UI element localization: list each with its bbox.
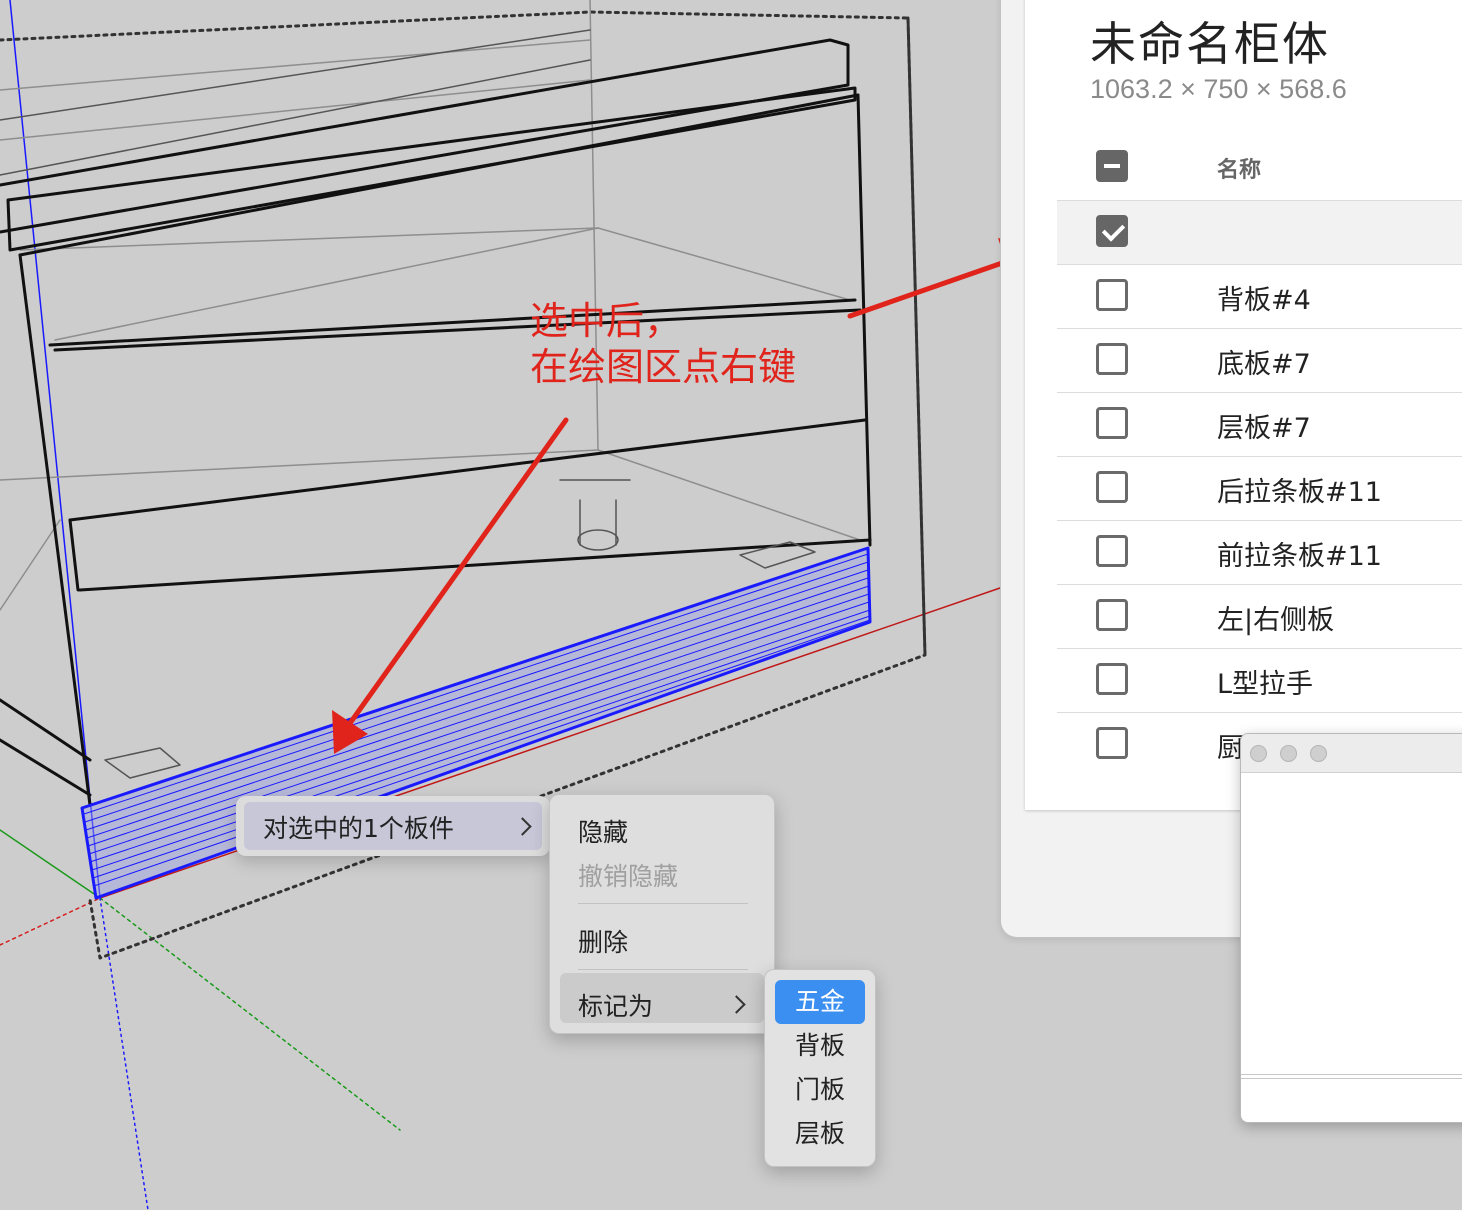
row-label: 后拉条板#11 bbox=[1217, 477, 1382, 508]
cabinet-dimensions: 1063.2 × 750 × 568.6 bbox=[1090, 74, 1347, 104]
row-checkbox[interactable] bbox=[1096, 471, 1128, 503]
mark-option-back-panel[interactable]: 背板 bbox=[775, 1024, 865, 1068]
row-checkbox[interactable] bbox=[1096, 727, 1128, 759]
list-item[interactable]: L型拉手 bbox=[1057, 648, 1462, 712]
list-item[interactable]: 底板#7 bbox=[1057, 328, 1462, 392]
list-item[interactable]: 前拉条板#11 bbox=[1057, 520, 1462, 584]
selected-parts-label: 对选中的1个板件 bbox=[263, 814, 454, 843]
mark-as-submenu: 五金 背板 门板 层板 bbox=[764, 969, 876, 1167]
row-checkbox[interactable] bbox=[1096, 663, 1128, 695]
list-item[interactable]: 背板#4 bbox=[1057, 264, 1462, 328]
green-axis bbox=[0, 829, 101, 899]
menu-separator bbox=[578, 969, 748, 970]
zoom-window-button[interactable] bbox=[1310, 745, 1327, 762]
row-checkbox[interactable] bbox=[1096, 215, 1128, 247]
window-titlebar[interactable] bbox=[1241, 734, 1462, 773]
annotation-arrow-1 bbox=[847, 259, 1008, 319]
row-checkbox[interactable] bbox=[1096, 599, 1128, 631]
mark-as-label: 标记为 bbox=[578, 992, 654, 1021]
annotation-text: 选中后， 在绘图区点右键 bbox=[530, 299, 797, 389]
cabinet-title: 未命名柜体 bbox=[1090, 17, 1330, 71]
row-label: 左|右侧板 bbox=[1217, 605, 1335, 636]
menu-item-hide[interactable]: 隐藏 bbox=[578, 813, 628, 849]
row-checkbox[interactable] bbox=[1096, 535, 1128, 567]
row-label: 背板#4 bbox=[1217, 285, 1311, 316]
select-all-checkbox[interactable] bbox=[1096, 150, 1128, 182]
row-checkbox[interactable] bbox=[1096, 343, 1128, 375]
row-checkbox[interactable] bbox=[1096, 279, 1128, 311]
red-axis bbox=[0, 897, 101, 946]
list-item[interactable]: 后拉条板#11 bbox=[1057, 456, 1462, 520]
mark-option-shelf[interactable]: 层板 bbox=[775, 1112, 865, 1156]
minimize-window-button[interactable] bbox=[1280, 745, 1297, 762]
list-item[interactable]: 层板#7 bbox=[1057, 392, 1462, 456]
name-column-header: 名称 bbox=[1217, 158, 1262, 183]
mark-option-hardware[interactable]: 五金 bbox=[775, 980, 865, 1024]
list-item[interactable] bbox=[1057, 200, 1462, 264]
blue-axis bbox=[99, 897, 149, 1210]
window-divider bbox=[1241, 1074, 1462, 1079]
green-axis bbox=[99, 897, 401, 1131]
context-submenu: 隐藏 撤销隐藏 删除 标记为 bbox=[549, 794, 775, 1034]
mark-option-door-panel[interactable]: 门板 bbox=[775, 1068, 865, 1112]
row-label: 前拉条板#11 bbox=[1217, 541, 1382, 572]
secondary-window[interactable] bbox=[1240, 733, 1462, 1123]
context-menu: 对选中的1个板件 bbox=[236, 796, 550, 856]
menu-item-delete[interactable]: 删除 bbox=[578, 923, 628, 959]
row-label: 底板#7 bbox=[1217, 349, 1311, 380]
list-item[interactable]: 左|右侧板 bbox=[1057, 584, 1462, 648]
row-label: L型拉手 bbox=[1217, 669, 1314, 700]
close-window-button[interactable] bbox=[1250, 745, 1267, 762]
row-label: 层板#7 bbox=[1217, 413, 1311, 444]
row-checkbox[interactable] bbox=[1096, 407, 1128, 439]
menu-separator bbox=[578, 903, 748, 904]
menu-item-unhide: 撤销隐藏 bbox=[578, 862, 679, 891]
